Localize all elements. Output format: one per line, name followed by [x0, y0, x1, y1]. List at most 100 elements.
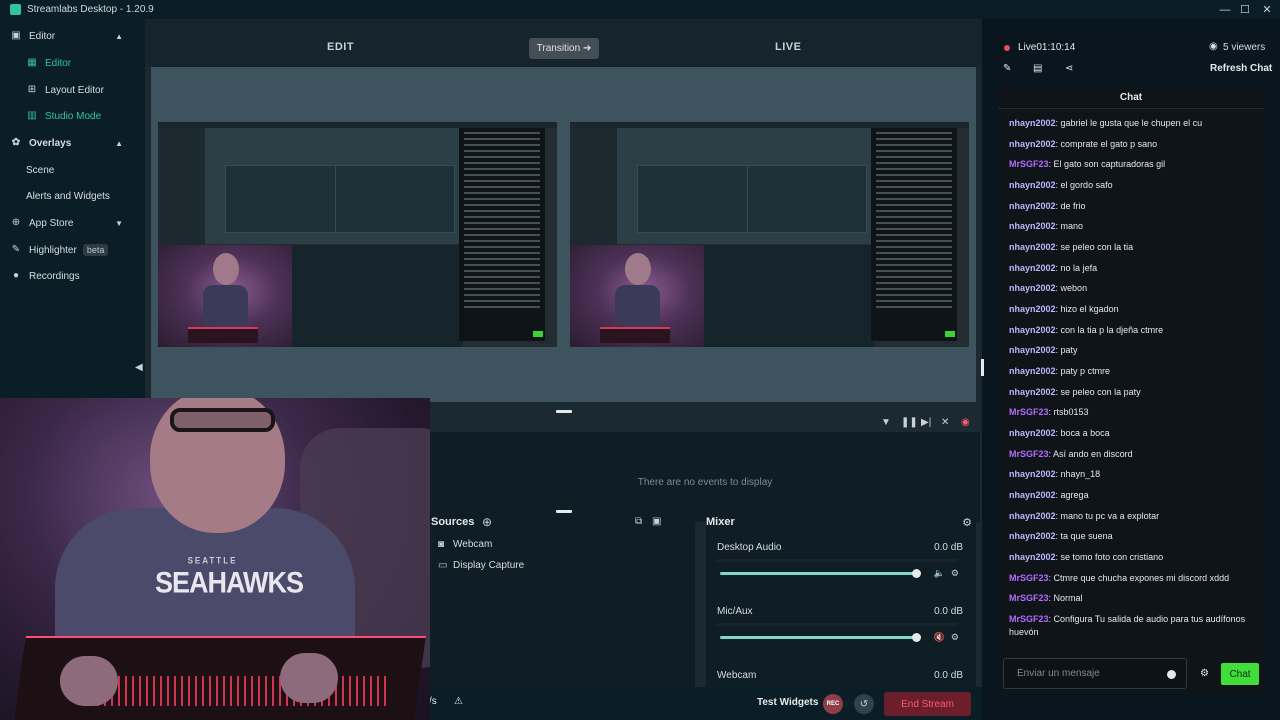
panel-resize-handle[interactable] — [981, 359, 984, 376]
chat-text: agrega — [1060, 490, 1089, 500]
channel-controls[interactable]: 🔈⚙ — [934, 568, 965, 579]
sidebar-item-app-store[interactable]: ⊕ App Store ▼ — [0, 212, 145, 234]
minimize-icon[interactable]: — — [1214, 0, 1236, 19]
chat-message: nhayn2002: agrega — [1009, 489, 1259, 502]
chat-input[interactable]: Enviar un mensaje — [1003, 658, 1187, 689]
chat-settings-icon[interactable]: ⚙ — [1200, 668, 1209, 679]
edit-preview[interactable] — [158, 122, 557, 347]
chat-username[interactable]: nhayn2002 — [1009, 201, 1056, 211]
sidebar-item-alerts-widgets[interactable]: Alerts and Widgets — [0, 185, 145, 207]
chat-username[interactable]: nhayn2002 — [1009, 180, 1056, 190]
chat-username[interactable]: MrSGF23 — [1009, 593, 1049, 603]
chat-username[interactable]: nhayn2002 — [1009, 242, 1056, 252]
share-icon[interactable]: ⋖ — [1065, 63, 1073, 74]
chat-username[interactable]: nhayn2002 — [1009, 304, 1056, 314]
close-icon[interactable]: ✕ — [1256, 0, 1278, 19]
volume-slider[interactable] — [720, 636, 916, 639]
replay-buffer-icon[interactable]: ↺ — [854, 694, 874, 714]
chat-username[interactable]: nhayn2002 — [1009, 428, 1056, 438]
chat-username[interactable]: MrSGF23 — [1009, 449, 1049, 459]
chat-message: nhayn2002: ta que suena — [1009, 530, 1259, 543]
pause-icon[interactable]: ❚❚ — [901, 417, 918, 428]
chat-username[interactable]: nhayn2002 — [1009, 221, 1056, 231]
transition-button[interactable]: Transition ➔ — [529, 38, 599, 59]
volume-slider[interactable] — [720, 572, 916, 575]
popout-icon[interactable]: ◉ — [961, 417, 970, 428]
chat-username[interactable]: nhayn2002 — [1009, 283, 1056, 293]
chat-username[interactable]: nhayn2002 — [1009, 263, 1056, 273]
right-hand — [280, 653, 338, 703]
chat-username[interactable]: nhayn2002 — [1009, 511, 1056, 521]
sidebar-group-editor[interactable]: ▣ Editor ▲ — [0, 25, 145, 47]
skip-icon[interactable]: ▶| — [921, 417, 931, 428]
beta-badge: beta — [82, 244, 109, 256]
volume-knob[interactable] — [912, 569, 921, 578]
chat-message: MrSGF23: Normal — [1009, 592, 1259, 605]
chat-message: nhayn2002: no la jefa — [1009, 262, 1259, 275]
sidebar-item-highlighter[interactable]: ✎ Highlighter beta — [0, 239, 145, 261]
recordings-icon: ● — [12, 270, 20, 281]
sidebar-item-recordings[interactable]: ● Recordings — [0, 265, 145, 287]
chat-send-button[interactable]: Chat — [1221, 663, 1259, 685]
window-title: Streamlabs Desktop - 1.20.9 — [27, 4, 154, 15]
live-preview[interactable] — [570, 122, 969, 347]
resize-handle[interactable] — [556, 510, 572, 513]
record-button[interactable]: REC — [823, 694, 843, 714]
chat-username[interactable]: nhayn2002 — [1009, 552, 1056, 562]
chat-text: mano tu pc va a explotar — [1060, 511, 1160, 521]
chat-username[interactable]: nhayn2002 — [1009, 469, 1056, 479]
chat-username[interactable]: nhayn2002 — [1009, 531, 1056, 541]
chat-username[interactable]: MrSGF23 — [1009, 407, 1049, 417]
glasses — [170, 408, 275, 432]
viewer-count: 5 viewers — [1223, 42, 1266, 53]
source-item-webcam[interactable]: ◙ Webcam — [438, 539, 492, 550]
chat-username[interactable]: MrSGF23 — [1009, 614, 1049, 624]
sidebar-item-layout-editor[interactable]: ⊞ Layout Editor — [0, 79, 145, 101]
chat-message: nhayn2002: mano — [1009, 220, 1259, 233]
chat-username[interactable]: MrSGF23 — [1009, 159, 1049, 169]
live-time: 01:10:14 — [1036, 42, 1076, 53]
preview-chat-button — [945, 331, 955, 337]
volume-knob[interactable] — [912, 633, 921, 642]
dashboard-icon[interactable]: ▤ — [1033, 63, 1042, 74]
chat-panel: Chat nhayn2002: gabriel le gusta que le … — [998, 86, 1264, 692]
source-label: Webcam — [453, 539, 493, 550]
chat-username[interactable]: nhayn2002 — [1009, 490, 1056, 500]
mixer-settings-icon[interactable]: ⚙ — [962, 516, 972, 529]
mute-alerts-icon[interactable]: ✕ — [941, 417, 949, 428]
chat-username[interactable]: nhayn2002 — [1009, 387, 1056, 397]
alert-warning-icon[interactable]: ⚠ — [454, 696, 463, 707]
chat-username[interactable]: nhayn2002 — [1009, 345, 1056, 355]
volume-meter — [717, 559, 957, 562]
live-panel: ❯ Live01:10:14 ◉ 5 viewers ✎ ▤ ⋖ Refresh… — [981, 19, 1280, 720]
source-item-display-capture[interactable]: ▭ Display Capture — [438, 560, 524, 571]
folder-icon[interactable]: ▣ — [652, 516, 661, 527]
add-source-icon[interactable]: ⊕ — [482, 515, 492, 529]
sidebar-item-editor[interactable]: ▦ Editor — [0, 52, 145, 74]
collapse-sidebar-icon[interactable]: ◀ — [135, 362, 143, 373]
chat-username[interactable]: nhayn2002 — [1009, 325, 1056, 335]
chat-username[interactable]: MrSGF23 — [1009, 573, 1049, 583]
emoji-icon[interactable] — [1167, 670, 1176, 679]
chat-username[interactable]: nhayn2002 — [1009, 118, 1056, 128]
chat-message: nhayn2002: se peleo con la tia — [1009, 241, 1259, 254]
filter-icon[interactable]: ▼ — [881, 417, 891, 428]
sidebar-group-overlays[interactable]: ✿ Overlays ▲ — [0, 132, 145, 154]
chat-text: mano — [1060, 221, 1084, 231]
chevron-up-icon: ▲ — [115, 138, 123, 148]
edit-stream-icon[interactable]: ✎ — [1003, 63, 1011, 74]
channel-controls[interactable]: 🔇⚙ — [934, 632, 965, 643]
refresh-chat-button[interactable]: Refresh Chat — [1210, 63, 1272, 74]
sidebar-item-studio-mode[interactable]: ▥ Studio Mode — [0, 105, 145, 127]
maximize-icon[interactable]: ☐ — [1234, 0, 1256, 19]
chat-username[interactable]: nhayn2002 — [1009, 366, 1056, 376]
chat-text: no la jefa — [1060, 263, 1098, 273]
resize-handle[interactable] — [556, 410, 572, 413]
test-widgets-button[interactable]: Test Widgets — [757, 697, 818, 708]
preview-source-icon[interactable]: ⧉ — [635, 516, 642, 527]
chat-username[interactable]: nhayn2002 — [1009, 139, 1056, 149]
chat-message: nhayn2002: nhayn_18 — [1009, 468, 1259, 481]
chat-text: webon — [1060, 283, 1088, 293]
end-stream-button[interactable]: End Stream — [884, 692, 971, 716]
sidebar-item-scene[interactable]: Scene — [0, 159, 145, 181]
